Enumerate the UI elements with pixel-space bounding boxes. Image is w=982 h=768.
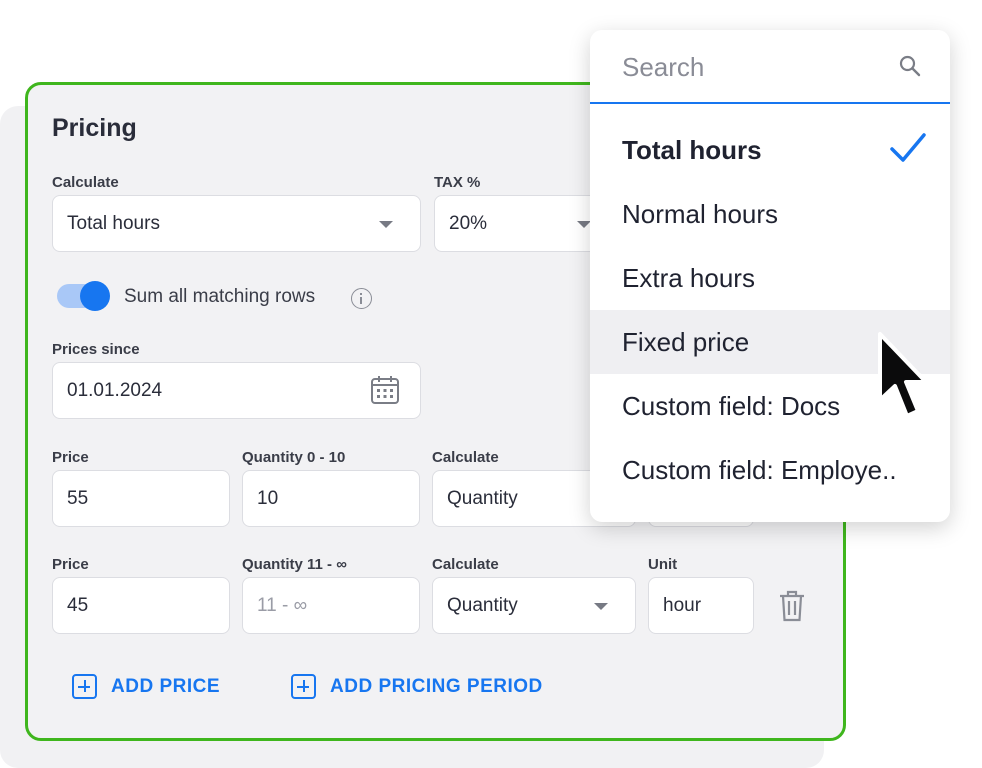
quantity-value: 10 <box>257 487 279 509</box>
plus-square-icon <box>291 674 316 699</box>
quantity-input[interactable]: 10 <box>242 470 420 527</box>
row-calculate-label: Calculate <box>432 556 499 573</box>
row-calculate-value: Quantity <box>447 594 518 616</box>
pricing-title: Pricing <box>52 114 137 142</box>
tax-label: TAX % <box>434 174 481 191</box>
dropdown-search[interactable]: Search <box>590 30 950 104</box>
dropdown-item-label: Custom field: Docs <box>622 390 841 421</box>
dropdown-item-label: Normal hours <box>622 198 779 229</box>
unit-input[interactable]: hour <box>648 577 754 634</box>
price-value: 55 <box>67 487 89 509</box>
quantity-label: Quantity 11 - ∞ <box>242 556 347 573</box>
cursor-icon <box>878 332 928 418</box>
add-pricing-period-button[interactable]: ADD PRICING PERIOD <box>291 674 543 699</box>
tax-select[interactable]: 20% <box>434 195 604 252</box>
calculate-dropdown: Search Total hours Normal hours Extra ho… <box>590 30 950 522</box>
price-input[interactable]: 55 <box>52 470 230 527</box>
sum-rows-toggle-knob[interactable] <box>80 281 110 311</box>
row-calculate-label: Calculate <box>432 449 499 466</box>
unit-label: Unit <box>648 556 678 573</box>
calculate-select-value: Total hours <box>67 212 160 234</box>
dropdown-item-label: Fixed price <box>622 326 750 357</box>
caret-down-icon <box>577 221 591 228</box>
row-calculate-value: Quantity <box>447 487 518 509</box>
info-icon[interactable] <box>351 288 372 309</box>
prices-since-value: 01.01.2024 <box>67 379 163 401</box>
search-input[interactable]: Search <box>622 52 704 83</box>
dropdown-item[interactable]: Normal hours <box>590 182 950 246</box>
calculate-label: Calculate <box>52 174 119 191</box>
price-input[interactable]: 45 <box>52 577 230 634</box>
search-icon <box>899 55 921 77</box>
row-calculate-select[interactable]: Quantity <box>432 577 636 634</box>
calendar-icon[interactable] <box>370 374 400 406</box>
plus-square-icon <box>72 674 97 699</box>
check-icon <box>890 133 926 162</box>
price-label: Price <box>52 556 89 573</box>
sum-rows-label: Sum all matching rows <box>124 286 316 307</box>
dropdown-item-label: Total hours <box>622 134 762 165</box>
quantity-placeholder: 11 - ∞ <box>257 594 308 616</box>
add-price-label: ADD PRICE <box>111 675 221 697</box>
dropdown-item[interactable]: Extra hours <box>590 246 950 310</box>
trash-icon[interactable] <box>778 589 806 623</box>
prices-since-label: Prices since <box>52 341 140 358</box>
price-value: 45 <box>67 594 89 616</box>
dropdown-item[interactable]: Custom field: Employe.. <box>590 438 950 502</box>
dropdown-item-label: Custom field: Employe.. <box>622 454 897 485</box>
calculate-select[interactable]: Total hours <box>52 195 421 252</box>
prices-since-input[interactable]: 01.01.2024 <box>52 362 421 419</box>
dropdown-item-label: Extra hours <box>622 262 755 293</box>
quantity-input[interactable]: 11 - ∞ <box>242 577 420 634</box>
add-pricing-period-label: ADD PRICING PERIOD <box>330 675 543 697</box>
caret-down-icon <box>594 603 608 610</box>
add-price-button[interactable]: ADD PRICE <box>72 674 220 699</box>
quantity-label: Quantity 0 - 10 <box>242 449 346 466</box>
caret-down-icon <box>379 221 393 228</box>
unit-value: hour <box>663 594 702 616</box>
tax-select-value: 20% <box>449 212 488 234</box>
price-label: Price <box>52 449 89 466</box>
